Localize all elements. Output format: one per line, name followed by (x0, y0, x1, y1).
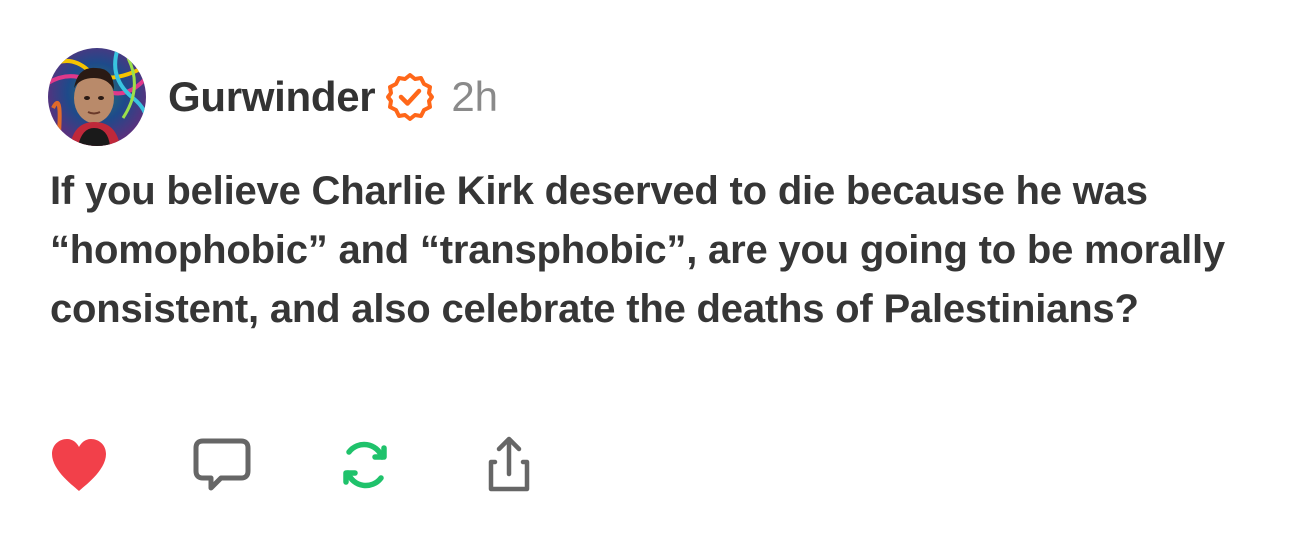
share-icon (488, 436, 530, 492)
comment-button[interactable] (187, 430, 257, 500)
verified-badge-icon (385, 72, 435, 122)
repost-arrows-icon (343, 441, 387, 489)
post-text: If you believe Charlie Kirk deserved to … (50, 169, 1225, 331)
like-button[interactable] (44, 430, 114, 500)
action-bar (0, 430, 1290, 500)
repost-button[interactable] (330, 430, 400, 500)
share-button[interactable] (474, 430, 544, 500)
speech-bubble-icon (193, 438, 251, 491)
author-name[interactable]: Gurwinder (168, 73, 376, 121)
post-time: 2h (451, 73, 499, 120)
post-card: Gurwinder 2h If you believe Charlie Kirk… (0, 0, 1290, 535)
heart-icon (52, 439, 106, 491)
avatar[interactable] (48, 48, 146, 146)
post-header: Gurwinder 2h (48, 48, 498, 146)
